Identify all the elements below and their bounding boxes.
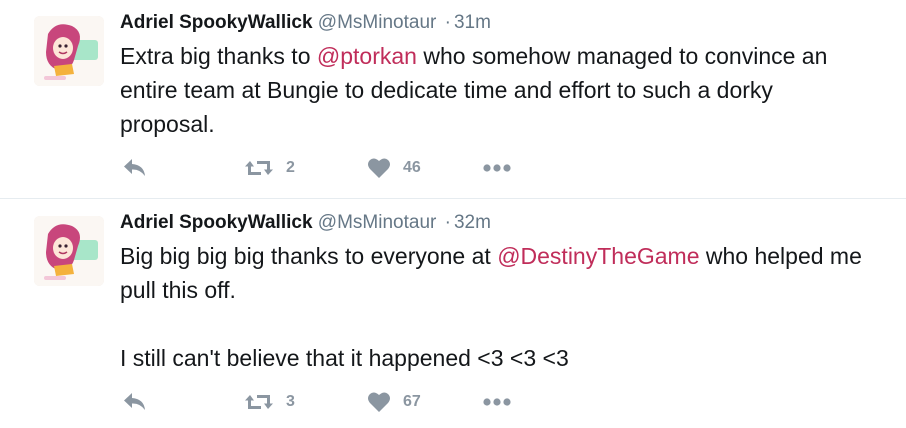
avatar-image [34, 216, 104, 286]
like-count: 46 [403, 159, 421, 176]
time-separator: · [444, 212, 451, 233]
avatar-image [34, 16, 104, 86]
reply-button[interactable] [122, 387, 148, 417]
tweet-paragraph: Big big big big thanks to everyone at @D… [120, 239, 870, 307]
like-button[interactable]: 46 [367, 153, 421, 183]
avatar[interactable] [34, 216, 104, 286]
retweet-icon [245, 395, 273, 409]
more-button[interactable] [482, 387, 512, 417]
tweet-content: Adriel SpookyWallick @MsMinotaur · 31m Ex… [120, 10, 876, 141]
avatar[interactable] [34, 16, 104, 86]
tweet-text-segment: Big big big big thanks to everyone at [120, 243, 498, 269]
tweet-timestamp[interactable]: 32m [454, 212, 491, 233]
tweet-actions: 3 67 [120, 387, 540, 417]
tweet-username[interactable]: @MsMinotaur [318, 12, 437, 33]
tweet-text-segment: Extra big thanks to [120, 43, 317, 69]
tweet-timeline: Adriel SpookyWallick @MsMinotaur · 31m Ex… [0, 0, 906, 428]
heart-icon [368, 158, 390, 178]
retweet-count: 2 [286, 159, 295, 176]
more-dots-icon [483, 398, 511, 406]
retweet-icon [245, 161, 273, 175]
tweet-fullname[interactable]: Adriel SpookyWallick [120, 12, 313, 33]
tweet[interactable]: Adriel SpookyWallick @MsMinotaur · 32m Bi… [0, 199, 906, 428]
tweet-actions: 2 46 [120, 153, 540, 183]
tweet-text: Big big big big thanks to everyone at @D… [120, 239, 870, 375]
reply-icon [124, 393, 145, 410]
tweet-text-segment: I still can't believe that it happened <… [120, 345, 569, 371]
tweet-paragraph: Extra big thanks to @ptorkan who somehow… [120, 39, 870, 141]
more-dots-icon [483, 164, 511, 172]
more-button[interactable] [482, 153, 512, 183]
like-count: 67 [403, 393, 421, 410]
retweet-count: 3 [286, 393, 295, 410]
tweet-paragraph: I still can't believe that it happened <… [120, 341, 870, 375]
retweet-button[interactable]: 3 [244, 387, 295, 417]
tweet-timestamp[interactable]: 31m [454, 12, 491, 33]
tweet[interactable]: Adriel SpookyWallick @MsMinotaur · 31m Ex… [0, 0, 906, 199]
reply-icon [124, 159, 145, 176]
reply-button[interactable] [122, 153, 148, 183]
like-button[interactable]: 67 [367, 387, 421, 417]
tweet-header: Adriel SpookyWallick @MsMinotaur · 31m [120, 10, 876, 36]
tweet-content: Adriel SpookyWallick @MsMinotaur · 32m Bi… [120, 210, 876, 375]
tweet-fullname[interactable]: Adriel SpookyWallick [120, 212, 313, 233]
mention-link[interactable]: @ptorkan [317, 43, 417, 69]
retweet-button[interactable]: 2 [244, 153, 295, 183]
tweet-username[interactable]: @MsMinotaur [318, 212, 437, 233]
time-separator: · [444, 12, 451, 33]
tweet-header: Adriel SpookyWallick @MsMinotaur · 32m [120, 210, 876, 236]
mention-link[interactable]: @DestinyTheGame [497, 243, 699, 269]
tweet-text: Extra big thanks to @ptorkan who somehow… [120, 39, 870, 141]
heart-icon [368, 392, 390, 412]
